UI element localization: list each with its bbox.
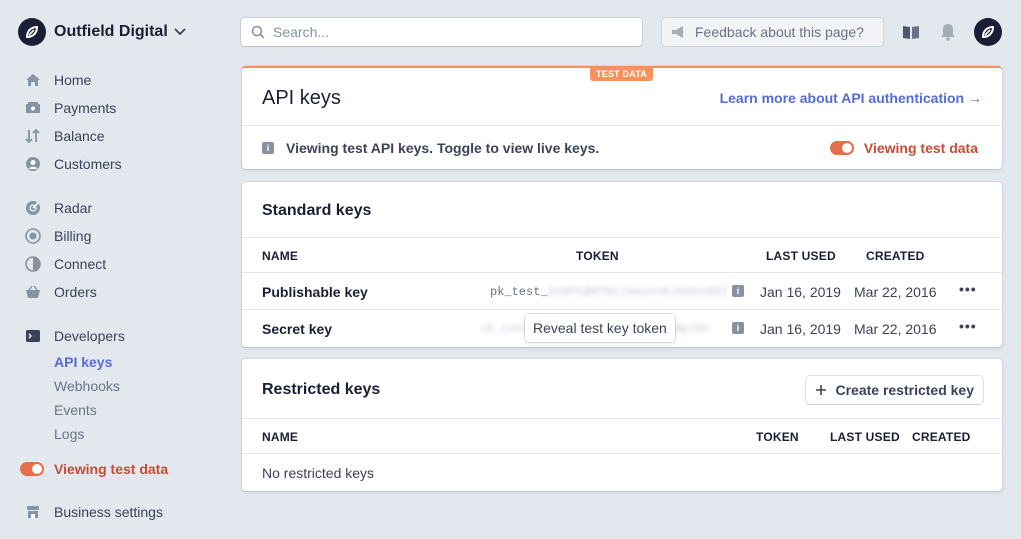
last-used: Jan 16, 2019 — [760, 321, 841, 337]
customers-icon — [24, 155, 42, 173]
created-date: Mar 22, 2016 — [854, 284, 937, 300]
created-date: Mar 22, 2016 — [854, 321, 937, 337]
payments-icon — [24, 99, 42, 117]
balance-icon — [24, 127, 42, 145]
nav-item-developers[interactable]: Developers — [24, 326, 125, 346]
radar-icon — [24, 199, 42, 217]
feedback-button[interactable]: Feedback about this page? — [662, 18, 883, 46]
billing-icon — [24, 227, 42, 245]
notification-bell-icon[interactable] — [938, 22, 958, 42]
create-restricted-key-button[interactable]: Create restricted key — [806, 376, 983, 404]
sidebar: Outfield Digital Home Payments Balance C… — [0, 0, 230, 539]
col-created: CREATED — [866, 249, 925, 263]
plus-icon — [816, 385, 827, 395]
reveal-key-button[interactable]: Reveal test key token — [525, 314, 675, 342]
col-created: CREATED — [912, 430, 971, 444]
company-logo — [18, 18, 46, 46]
account-switcher[interactable]: Outfield Digital — [18, 18, 186, 46]
more-actions-icon[interactable]: ••• — [959, 318, 977, 334]
col-last-used: LAST USED — [830, 430, 900, 444]
nav-item-customers[interactable]: Customers — [24, 154, 122, 174]
divider — [242, 125, 1002, 126]
test-data-toggle-sidebar[interactable]: Viewing test data — [20, 461, 168, 477]
info-banner: i Viewing test API keys. Toggle to view … — [262, 140, 599, 156]
table-header: NAME TOKEN LAST USED CREATED — [242, 237, 1002, 273]
restricted-keys-card: Restricted keys Create restricted key NA… — [242, 359, 1002, 491]
terminal-icon — [24, 327, 42, 345]
orders-icon — [24, 283, 42, 301]
sub-item-api-keys[interactable]: API keys — [54, 354, 112, 370]
chevron-down-icon — [174, 28, 186, 36]
connect-icon — [24, 255, 42, 273]
nav-item-balance[interactable]: Balance — [24, 126, 105, 146]
table-row: Publishable key pk_test_2n5Pt@8TNcj9eyvn… — [242, 273, 1002, 310]
last-used: Jan 16, 2019 — [760, 284, 841, 300]
learn-more-link[interactable]: Learn more about API authentication → — [720, 90, 982, 106]
nav-item-billing[interactable]: Billing — [24, 226, 91, 246]
table-header: NAME TOKEN LAST USED CREATED — [242, 418, 1002, 454]
sub-item-webhooks[interactable]: Webhooks — [54, 378, 120, 394]
standard-keys-card: Standard keys NAME TOKEN LAST USED CREAT… — [242, 182, 1002, 347]
docs-book-icon[interactable] — [901, 22, 921, 42]
restricted-keys-title: Restricted keys — [262, 381, 381, 398]
test-data-badge: TEST DATA — [590, 67, 653, 81]
test-data-toggle[interactable]: Viewing test data — [829, 140, 978, 156]
nav-item-business-settings[interactable]: Business settings — [24, 502, 163, 522]
sub-item-events[interactable]: Events — [54, 402, 97, 418]
col-token: TOKEN — [576, 249, 619, 263]
col-name: NAME — [262, 430, 299, 444]
nav-item-payments[interactable]: Payments — [24, 98, 116, 118]
key-name: Secret key — [262, 321, 333, 337]
empty-state: No restricted keys — [262, 465, 375, 481]
avatar[interactable] — [974, 18, 1002, 46]
info-icon[interactable]: i — [732, 322, 744, 334]
table-row: Secret key sk_test_4eC39HqLyjWDarjtT1zdp… — [242, 310, 1002, 347]
search-icon — [251, 25, 265, 39]
search-bar[interactable] — [241, 18, 642, 46]
account-name: Outfield Digital — [54, 23, 168, 40]
toggle-switch[interactable] — [20, 462, 44, 476]
key-name: Publishable key — [262, 284, 368, 300]
publishable-key-token[interactable]: pk_test_2n5Pt@8TNcj9eyvnKJGqbn002 — [490, 285, 728, 299]
page-title: API keys — [262, 87, 341, 109]
api-keys-header-card: TEST DATA API keys Learn more about API … — [242, 66, 1002, 169]
col-token: TOKEN — [756, 430, 799, 444]
sub-item-logs[interactable]: Logs — [54, 426, 84, 442]
info-icon[interactable]: i — [732, 285, 744, 297]
col-name: NAME — [262, 249, 299, 263]
nav-item-orders[interactable]: Orders — [24, 282, 97, 302]
more-actions-icon[interactable]: ••• — [959, 281, 977, 297]
store-icon — [24, 503, 42, 521]
home-icon — [24, 71, 42, 89]
search-input[interactable] — [273, 24, 613, 40]
col-last-used: LAST USED — [766, 249, 836, 263]
nav-item-home[interactable]: Home — [24, 70, 91, 90]
megaphone-icon — [672, 26, 683, 38]
toggle-switch[interactable] — [829, 141, 854, 155]
nav-item-radar[interactable]: Radar — [24, 198, 92, 218]
nav-item-connect[interactable]: Connect — [24, 254, 106, 274]
info-icon: i — [262, 142, 274, 154]
standard-keys-title: Standard keys — [262, 202, 372, 219]
